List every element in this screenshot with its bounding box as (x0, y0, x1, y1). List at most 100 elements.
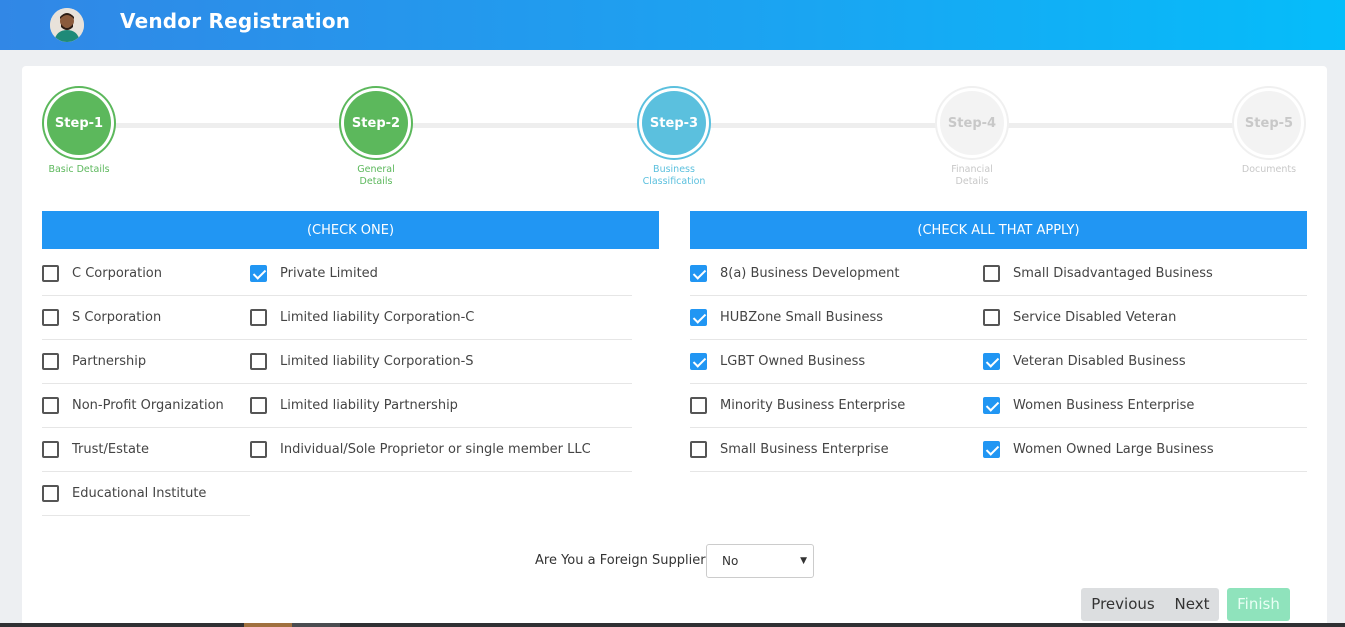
checkbox-option[interactable]: HUBZone Small Business (690, 296, 983, 340)
checkbox-option[interactable]: 8(a) Business Development (690, 252, 983, 296)
foreign-supplier-select[interactable]: No ▼ (706, 544, 814, 578)
checkbox-empty-icon[interactable] (42, 441, 59, 458)
step-circle: Step-5 (1232, 86, 1306, 160)
checkbox-label: LGBT Owned Business (720, 354, 866, 369)
step-circle: Step-1 (42, 86, 116, 160)
top-bar: Vendor Registration (0, 0, 1345, 50)
checkbox-checked-icon[interactable] (250, 265, 267, 282)
checkbox-label: Non-Profit Organization (72, 398, 224, 413)
checkbox-empty-icon[interactable] (250, 397, 267, 414)
checkbox-label: Private Limited (280, 266, 378, 281)
checkbox-option[interactable]: Small Business Enterprise (690, 428, 983, 472)
step-caption: Basic Details (48, 164, 110, 175)
checkbox-option[interactable]: Trust/Estate (42, 428, 250, 472)
checkbox-label: S Corporation (72, 310, 162, 325)
step-5[interactable]: Step-5 Documents (1209, 86, 1329, 176)
checkbox-checked-icon[interactable] (690, 309, 707, 326)
checkbox-label: 8(a) Business Development (720, 266, 900, 281)
step-number: Step-4 (947, 115, 997, 131)
checkbox-label: C Corporation (72, 266, 163, 281)
checkbox-option[interactable]: Partnership (42, 340, 250, 384)
checkbox-option[interactable]: Non-Profit Organization (42, 384, 250, 428)
checkbox-option[interactable]: Educational Institute (42, 472, 250, 516)
step-number: Step-5 (1244, 115, 1294, 131)
taskbar-item[interactable] (244, 623, 292, 627)
step-number: Step-3 (649, 115, 699, 131)
foreign-supplier-value: No (722, 554, 739, 568)
step-2[interactable]: Step-2 General Details (316, 86, 436, 188)
step-caption: Financial Details (951, 164, 993, 187)
checkbox-label: Minority Business Enterprise (720, 398, 906, 413)
checkbox-empty-icon[interactable] (250, 309, 267, 326)
previous-button[interactable]: Previous (1081, 588, 1165, 621)
checkbox-option[interactable]: Women Owned Large Business (983, 428, 1307, 472)
step-circle: Step-2 (339, 86, 413, 160)
checkbox-label: Limited liability Corporation-C (280, 310, 475, 325)
checkbox-option[interactable]: S Corporation (42, 296, 250, 340)
foreign-supplier-label: Are You a Foreign Supplier (535, 553, 706, 568)
taskbar-strip (0, 623, 1345, 627)
checkbox-option[interactable]: C Corporation (42, 252, 250, 296)
checkbox-empty-icon[interactable] (690, 397, 707, 414)
checkbox-option[interactable]: Individual/Sole Proprietor or single mem… (250, 428, 632, 472)
checkbox-option[interactable]: Limited liability Partnership (250, 384, 632, 428)
checkbox-label: Veteran Disabled Business (1013, 354, 1186, 369)
checkbox-option[interactable]: Private Limited (250, 252, 632, 296)
page-title: Vendor Registration (120, 9, 351, 33)
checkbox-label: Women Business Enterprise (1013, 398, 1195, 413)
checkbox-empty-icon[interactable] (250, 353, 267, 370)
checkbox-label: Limited liability Corporation-S (280, 354, 474, 369)
checkbox-empty-icon[interactable] (983, 265, 1000, 282)
checkbox-option[interactable]: LGBT Owned Business (690, 340, 983, 384)
checkbox-label: Small Disadvantaged Business (1013, 266, 1213, 281)
checkbox-option[interactable]: Women Business Enterprise (983, 384, 1307, 428)
checkbox-empty-icon[interactable] (690, 441, 707, 458)
step-1[interactable]: Step-1 Basic Details (19, 86, 139, 176)
next-button[interactable]: Next (1165, 588, 1219, 621)
checkbox-option[interactable]: Veteran Disabled Business (983, 340, 1307, 384)
checkbox-option[interactable]: Limited liability Corporation-S (250, 340, 632, 384)
step-caption: Business Classification (642, 164, 706, 187)
taskbar-item[interactable] (292, 623, 340, 627)
checkbox-label: Women Owned Large Business (1013, 442, 1214, 457)
checkbox-option[interactable]: Limited liability Corporation-C (250, 296, 632, 340)
checkbox-empty-icon[interactable] (42, 397, 59, 414)
step-caption: Documents (1241, 164, 1297, 175)
caret-down-icon: ▼ (800, 556, 807, 566)
checkbox-label: Trust/Estate (72, 442, 150, 457)
checkbox-empty-icon[interactable] (983, 309, 1000, 326)
checkbox-checked-icon[interactable] (983, 397, 1000, 414)
checkbox-label: HUBZone Small Business (720, 310, 884, 325)
checkbox-empty-icon[interactable] (42, 353, 59, 370)
checkbox-empty-icon[interactable] (250, 441, 267, 458)
checkbox-label: Service Disabled Veteran (1013, 310, 1177, 325)
step-3[interactable]: Step-3 Business Classification (614, 86, 734, 188)
checkbox-label: Individual/Sole Proprietor or single mem… (280, 442, 591, 457)
checkbox-checked-icon[interactable] (690, 265, 707, 282)
checkbox-label: Educational Institute (72, 486, 207, 501)
step-circle: Step-3 (637, 86, 711, 160)
checkbox-label: Limited liability Partnership (280, 398, 458, 413)
check-one-header: (CHECK ONE) (42, 211, 659, 249)
checkbox-empty-icon[interactable] (42, 265, 59, 282)
checkbox-empty-icon[interactable] (42, 309, 59, 326)
finish-button[interactable]: Finish (1227, 588, 1290, 621)
step-number: Step-1 (54, 115, 104, 131)
checkbox-empty-icon[interactable] (42, 485, 59, 502)
checkbox-option[interactable]: Minority Business Enterprise (690, 384, 983, 428)
checkbox-label: Small Business Enterprise (720, 442, 889, 457)
nav-button-group: Previous Next (1081, 588, 1219, 621)
checkbox-checked-icon[interactable] (690, 353, 707, 370)
user-avatar[interactable] (50, 8, 84, 42)
avatar-image-icon (50, 8, 84, 42)
checkbox-checked-icon[interactable] (983, 441, 1000, 458)
step-number: Step-2 (351, 115, 401, 131)
step-circle: Step-4 (935, 86, 1009, 160)
checkbox-option[interactable]: Small Disadvantaged Business (983, 252, 1307, 296)
step-caption: General Details (357, 164, 395, 187)
check-all-header: (CHECK ALL THAT APPLY) (690, 211, 1307, 249)
checkbox-checked-icon[interactable] (983, 353, 1000, 370)
checkbox-label: Partnership (72, 354, 147, 369)
step-4[interactable]: Step-4 Financial Details (912, 86, 1032, 188)
checkbox-option[interactable]: Service Disabled Veteran (983, 296, 1307, 340)
